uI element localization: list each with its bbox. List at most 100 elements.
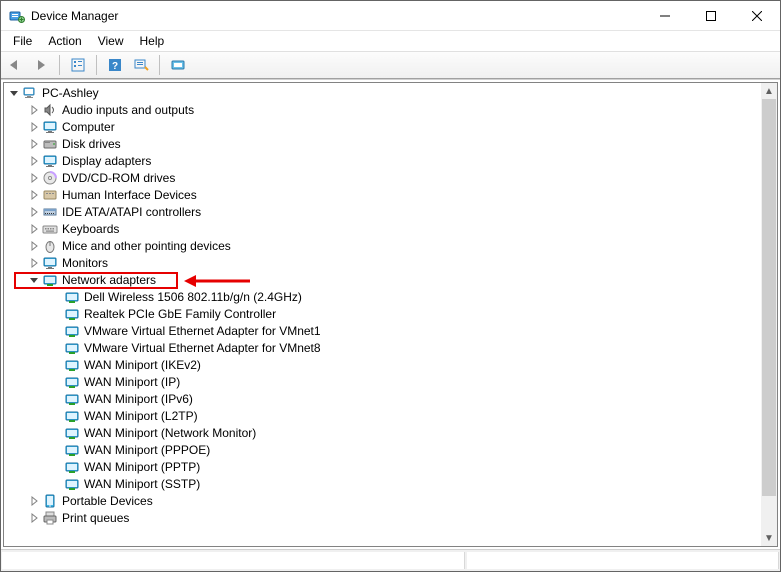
device-item[interactable]: Dell Wireless 1506 802.11b/g/n (2.4GHz) [6,288,761,305]
ide-icon [42,204,58,220]
expand-toggle[interactable] [28,257,40,269]
menu-file[interactable]: File [5,32,40,50]
tree-root[interactable]: PC-Ashley [6,84,761,101]
category-computer[interactable]: Computer [6,118,761,135]
device-label: WAN Miniport (Network Monitor) [84,426,256,440]
expand-toggle[interactable] [28,223,40,235]
svg-text:?: ? [112,61,118,72]
device-label: Realtek PCIe GbE Family Controller [84,307,276,321]
category-print-queues[interactable]: Print queues [6,509,761,526]
category-ide-ata-atapi-controllers[interactable]: IDE ATA/ATAPI controllers [6,203,761,220]
status-pane [2,552,465,569]
category-mice-and-other-pointing-devices[interactable]: Mice and other pointing devices [6,237,761,254]
window-title: Device Manager [31,9,118,23]
category-dvd-cd-rom-drives[interactable]: DVD/CD-ROM drives [6,169,761,186]
expand-toggle[interactable] [28,138,40,150]
scroll-down-arrow[interactable]: ▼ [761,530,777,546]
help-button[interactable]: ? [103,54,127,76]
device-tree[interactable]: PC-Ashley Audio inputs and outputs Compute… [4,83,761,546]
forward-button[interactable] [29,54,53,76]
category-label: Display adapters [62,154,151,168]
expand-toggle[interactable] [28,512,40,524]
device-item[interactable]: WAN Miniport (IKEv2) [6,356,761,373]
toolbar-separator [159,55,160,75]
category-display-adapters[interactable]: Display adapters [6,152,761,169]
category-label: IDE ATA/ATAPI controllers [62,205,201,219]
category-monitors[interactable]: Monitors [6,254,761,271]
monitor-icon [42,255,58,271]
nic-icon [64,442,80,458]
menu-view[interactable]: View [90,32,132,50]
nic-icon [64,391,80,407]
monitor-icon [42,153,58,169]
tree-root-label: PC-Ashley [42,86,99,100]
device-label: Dell Wireless 1506 802.11b/g/n (2.4GHz) [84,290,302,304]
device-item[interactable]: Realtek PCIe GbE Family Controller [6,305,761,322]
minimize-button[interactable] [642,1,688,31]
device-label: WAN Miniport (IPv6) [84,392,193,406]
device-item[interactable]: WAN Miniport (PPTP) [6,458,761,475]
scroll-thumb[interactable] [762,99,776,496]
device-item[interactable]: WAN Miniport (L2TP) [6,407,761,424]
scroll-track[interactable] [761,99,777,530]
category-label: Keyboards [62,222,119,236]
category-label: Network adapters [62,273,156,287]
tree-panel: PC-Ashley Audio inputs and outputs Compute… [3,82,778,547]
back-button[interactable] [3,54,27,76]
show-hidden-button[interactable] [166,54,190,76]
nic-icon [64,374,80,390]
nic-icon [42,272,58,288]
titlebar: Device Manager [1,1,780,31]
printer-icon [42,510,58,526]
nic-icon [64,306,80,322]
maximize-button[interactable] [688,1,734,31]
computer-icon [22,85,38,101]
expand-toggle[interactable] [28,274,40,286]
category-network-adapters[interactable]: Network adapters [6,271,761,288]
expand-toggle[interactable] [28,121,40,133]
vertical-scrollbar[interactable]: ▲ ▼ [761,83,777,546]
scan-button[interactable] [129,54,153,76]
monitor-icon [42,119,58,135]
status-pane [467,552,779,569]
expand-toggle[interactable] [28,104,40,116]
menu-help[interactable]: Help [132,32,173,50]
category-audio-inputs-and-outputs[interactable]: Audio inputs and outputs [6,101,761,118]
close-button[interactable] [734,1,780,31]
category-label: Mice and other pointing devices [62,239,231,253]
device-item[interactable]: VMware Virtual Ethernet Adapter for VMne… [6,322,761,339]
expand-toggle[interactable] [28,206,40,218]
properties-button[interactable] [66,54,90,76]
category-label: Monitors [62,256,108,270]
toolbar: ? [1,51,780,79]
expand-toggle[interactable] [28,172,40,184]
category-label: Print queues [62,511,129,525]
nic-icon [64,357,80,373]
device-label: WAN Miniport (SSTP) [84,477,200,491]
toolbar-separator [59,55,60,75]
category-disk-drives[interactable]: Disk drives [6,135,761,152]
portable-icon [42,493,58,509]
expand-toggle[interactable] [28,155,40,167]
device-manager-icon [9,8,25,24]
category-keyboards[interactable]: Keyboards [6,220,761,237]
device-item[interactable]: WAN Miniport (IP) [6,373,761,390]
expand-toggle[interactable] [8,87,20,99]
device-item[interactable]: WAN Miniport (SSTP) [6,475,761,492]
device-item[interactable]: WAN Miniport (PPPOE) [6,441,761,458]
device-item[interactable]: VMware Virtual Ethernet Adapter for VMne… [6,339,761,356]
device-item[interactable]: WAN Miniport (Network Monitor) [6,424,761,441]
expand-toggle[interactable] [28,189,40,201]
menu-action[interactable]: Action [40,32,89,50]
nic-icon [64,323,80,339]
category-portable-devices[interactable]: Portable Devices [6,492,761,509]
disk-icon [42,136,58,152]
device-item[interactable]: WAN Miniport (IPv6) [6,390,761,407]
category-label: Computer [62,120,115,134]
category-label: Audio inputs and outputs [62,103,194,117]
expand-toggle[interactable] [28,495,40,507]
scroll-up-arrow[interactable]: ▲ [761,83,777,99]
expand-toggle[interactable] [28,240,40,252]
hid-icon [42,187,58,203]
category-human-interface-devices[interactable]: Human Interface Devices [6,186,761,203]
